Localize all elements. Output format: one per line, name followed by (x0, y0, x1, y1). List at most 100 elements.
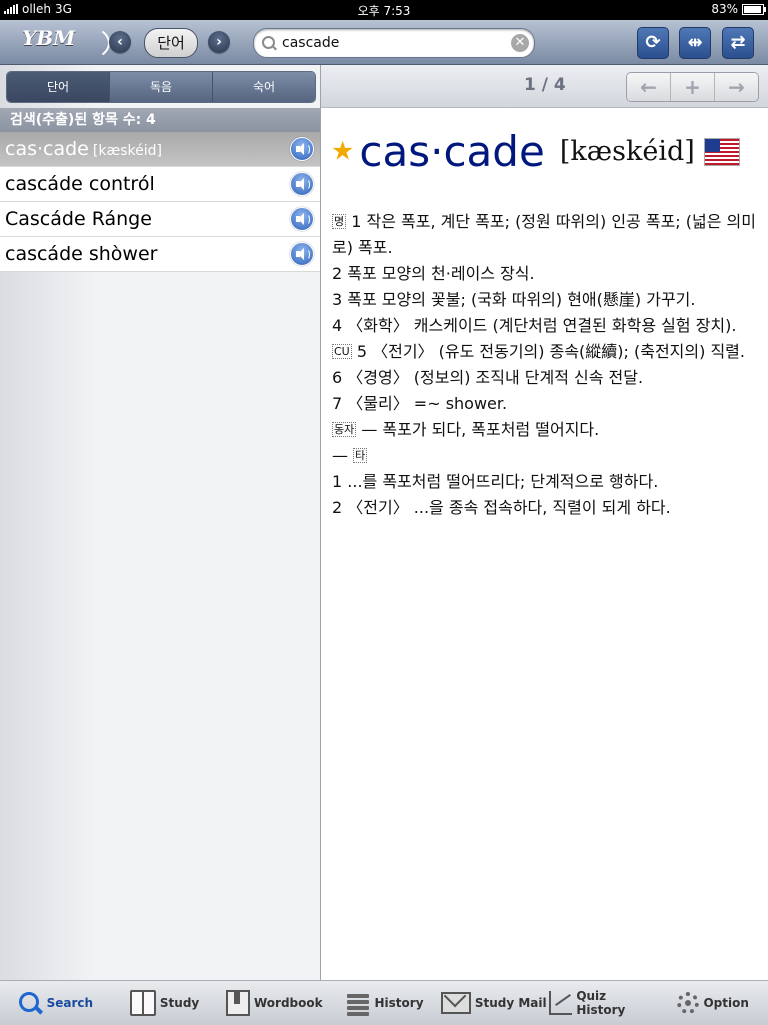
forward-button[interactable]: › (208, 31, 230, 53)
pos-tag: 명 (332, 214, 347, 229)
gear-icon (677, 992, 700, 1014)
definition-text: 1 작은 폭포, 계단 폭포; (정원 따위의) 인공 폭포; (넓은 의미로)… (332, 212, 756, 257)
tab-study[interactable]: Study (110, 981, 220, 1025)
segment-idiom[interactable]: 숙어 (212, 72, 315, 102)
battery-icon (742, 3, 766, 15)
tab-label: Study Mail (474, 996, 547, 1010)
definition-text: 2 〈전기〉 ...을 종속 접속하다, 직렬이 되게 하다. (332, 498, 671, 517)
tab-label: Wordbook (253, 996, 323, 1010)
top-toolbar: YBM ‹ 단어 › cascade ✕ ⟳ ⇹ ⇄ (0, 20, 768, 65)
add-entry-button[interactable]: + (670, 73, 714, 101)
speaker-icon[interactable] (290, 172, 314, 196)
page-indicator: 1 / 4 (524, 75, 566, 95)
search-input[interactable]: cascade (282, 35, 339, 51)
list-item-pron: [kæskéid] (92, 143, 162, 159)
definition-text: — 폭포가 되다, 폭포처럼 떨어지다. (361, 420, 600, 439)
results-list: cas·cade [kæskéid] cascáde contról Cascád… (0, 132, 320, 272)
definition-line: 4 〈화학〉 캐스케이드 (계단처럼 연결된 화학용 실험 장치). (332, 313, 758, 339)
list-item[interactable]: cascáde shòwer (0, 237, 320, 272)
star-icon[interactable]: ★ (331, 137, 354, 167)
search-icon (262, 36, 275, 49)
mail-icon (440, 992, 471, 1014)
book-icon (129, 990, 156, 1016)
search-field[interactable]: cascade ✕ (253, 28, 535, 58)
tab-history[interactable]: History (329, 981, 439, 1025)
history-icon (345, 990, 371, 1016)
chevron-right-icon: › (216, 34, 222, 50)
definition-text: 2 폭포 모양의 천·레이스 장식. (332, 264, 535, 283)
speaker-icon[interactable] (290, 207, 314, 231)
definition-line: 2 〈전기〉 ...을 종속 접속하다, 직렬이 되게 하다. (332, 495, 758, 521)
definition-text: 4 〈화학〉 캐스케이드 (계단처럼 연결된 화학용 실험 장치). (332, 316, 737, 335)
segment-word[interactable]: 단어 (7, 72, 109, 102)
tab-label: Study (159, 996, 200, 1010)
definition-line: 1 ...를 폭포처럼 떨어뜨리다; 단계적으로 행하다. (332, 469, 758, 495)
segment-reading[interactable]: 독음 (109, 72, 212, 102)
prev-entry-button[interactable]: ← (627, 73, 670, 101)
mode-button[interactable]: 단어 (144, 28, 198, 58)
status-bar: olleh 3G 오후 7:53 83% (0, 0, 768, 20)
split-view-icon: ⇹ (687, 32, 703, 53)
results-pane: 단어 독음 숙어 검색(추출)된 항목 수: 4 cas·cade [kæskéi… (0, 65, 321, 980)
definition-line: 동자 — 폭포가 되다, 폭포처럼 떨어지다. (332, 417, 758, 443)
definition-line: 7 〈물리〉 =~ shower. (332, 391, 758, 417)
definition-pane: 1 / 4 ← + → ★ cas·cade [kæskéid] 명 1 작은 … (321, 65, 768, 980)
ybm-logo[interactable]: YBM (22, 24, 110, 62)
definition-text: 5 〈전기〉 (유도 전동기의) 종속(縱續); (축전지의) 직렬. (356, 342, 745, 361)
tab-study-mail[interactable]: Study Mail (439, 981, 549, 1025)
headword-line: ★ cas·cade [kæskéid] (331, 127, 740, 176)
battery-fill (744, 5, 761, 13)
list-item-word: Cascáde Ránge (5, 208, 152, 230)
pos-tag: CU (332, 344, 352, 359)
definition-line: 6 〈경영〉 (정보의) 조직내 단계적 신속 전달. (332, 365, 758, 391)
swap-icon: ⇄ (730, 32, 746, 53)
list-item-word: cas·cade (5, 138, 89, 160)
search-type-segmented: 단어 독음 숙어 (6, 71, 316, 103)
entry-nav: ← + → (626, 72, 759, 102)
next-entry-button[interactable]: → (714, 73, 758, 101)
refresh-button[interactable]: ⟳ (637, 27, 669, 59)
back-button[interactable]: ‹ (109, 31, 131, 53)
tab-option[interactable]: Option (658, 981, 768, 1025)
refresh-icon: ⟳ (645, 32, 661, 53)
swap-button[interactable]: ⇄ (722, 27, 754, 59)
tab-label: Search (46, 996, 94, 1010)
definition-text: 1 ...를 폭포처럼 떨어뜨리다; 단계적으로 행하다. (332, 472, 659, 491)
speaker-icon[interactable] (290, 137, 314, 161)
headword: cas·cade (359, 127, 545, 176)
definition-text: 7 〈물리〉 =~ shower. (332, 394, 508, 413)
list-item-word: cascáde contról (5, 173, 155, 195)
definition-text: — (332, 446, 348, 465)
clear-icon[interactable]: ✕ (511, 34, 529, 52)
wordbook-icon (225, 990, 250, 1016)
definition-line: 명 1 작은 폭포, 계단 폭포; (정원 따위의) 인공 폭포; (넓은 의미… (332, 209, 758, 261)
battery-percent: 83% (711, 2, 738, 16)
tab-wordbook[interactable]: Wordbook (219, 981, 329, 1025)
bottom-tab-bar: Search Study Wordbook History Study Mail… (0, 980, 768, 1025)
tab-search[interactable]: Search (0, 981, 110, 1025)
definition-line: 3 폭포 모양의 꽃불; (국화 따위의) 현애(懸崖) 가꾸기. (332, 287, 758, 313)
definition-body: 명 1 작은 폭포, 계단 폭포; (정원 따위의) 인공 폭포; (넓은 의미… (332, 209, 758, 521)
logo-swoosh (52, 24, 110, 62)
tab-quiz-history[interactable]: Quiz History (548, 981, 659, 1025)
list-item[interactable]: cascáde contról (0, 167, 320, 202)
definition-line: — 타 (332, 443, 758, 469)
pos-tag: 타 (353, 448, 368, 463)
list-item[interactable]: Cascáde Ránge (0, 202, 320, 237)
us-flag-icon[interactable] (703, 137, 740, 166)
split-view-button[interactable]: ⇹ (679, 27, 711, 59)
list-item-word: cascáde shòwer (5, 243, 158, 265)
definition-line: 2 폭포 모양의 천·레이스 장식. (332, 261, 758, 287)
speaker-icon[interactable] (290, 242, 314, 266)
pos-tag: 동자 (332, 422, 357, 437)
clock: 오후 7:53 (357, 4, 411, 18)
list-item[interactable]: cas·cade [kæskéid] (0, 132, 320, 167)
headword-pronunciation: [kæskéid] (559, 136, 695, 167)
chart-icon (548, 991, 573, 1015)
definition-text: 3 폭포 모양의 꽃불; (국화 따위의) 현애(懸崖) 가꾸기. (332, 290, 696, 309)
definition-text: 6 〈경영〉 (정보의) 조직내 단계적 신속 전달. (332, 368, 644, 387)
definition-header: 1 / 4 ← + → (321, 65, 768, 108)
result-count: 검색(추출)된 항목 수: 4 (0, 108, 320, 132)
tab-label: Quiz History (576, 989, 626, 1017)
definition-line: CU 5 〈전기〉 (유도 전동기의) 종속(縱續); (축전지의) 직렬. (332, 339, 758, 365)
